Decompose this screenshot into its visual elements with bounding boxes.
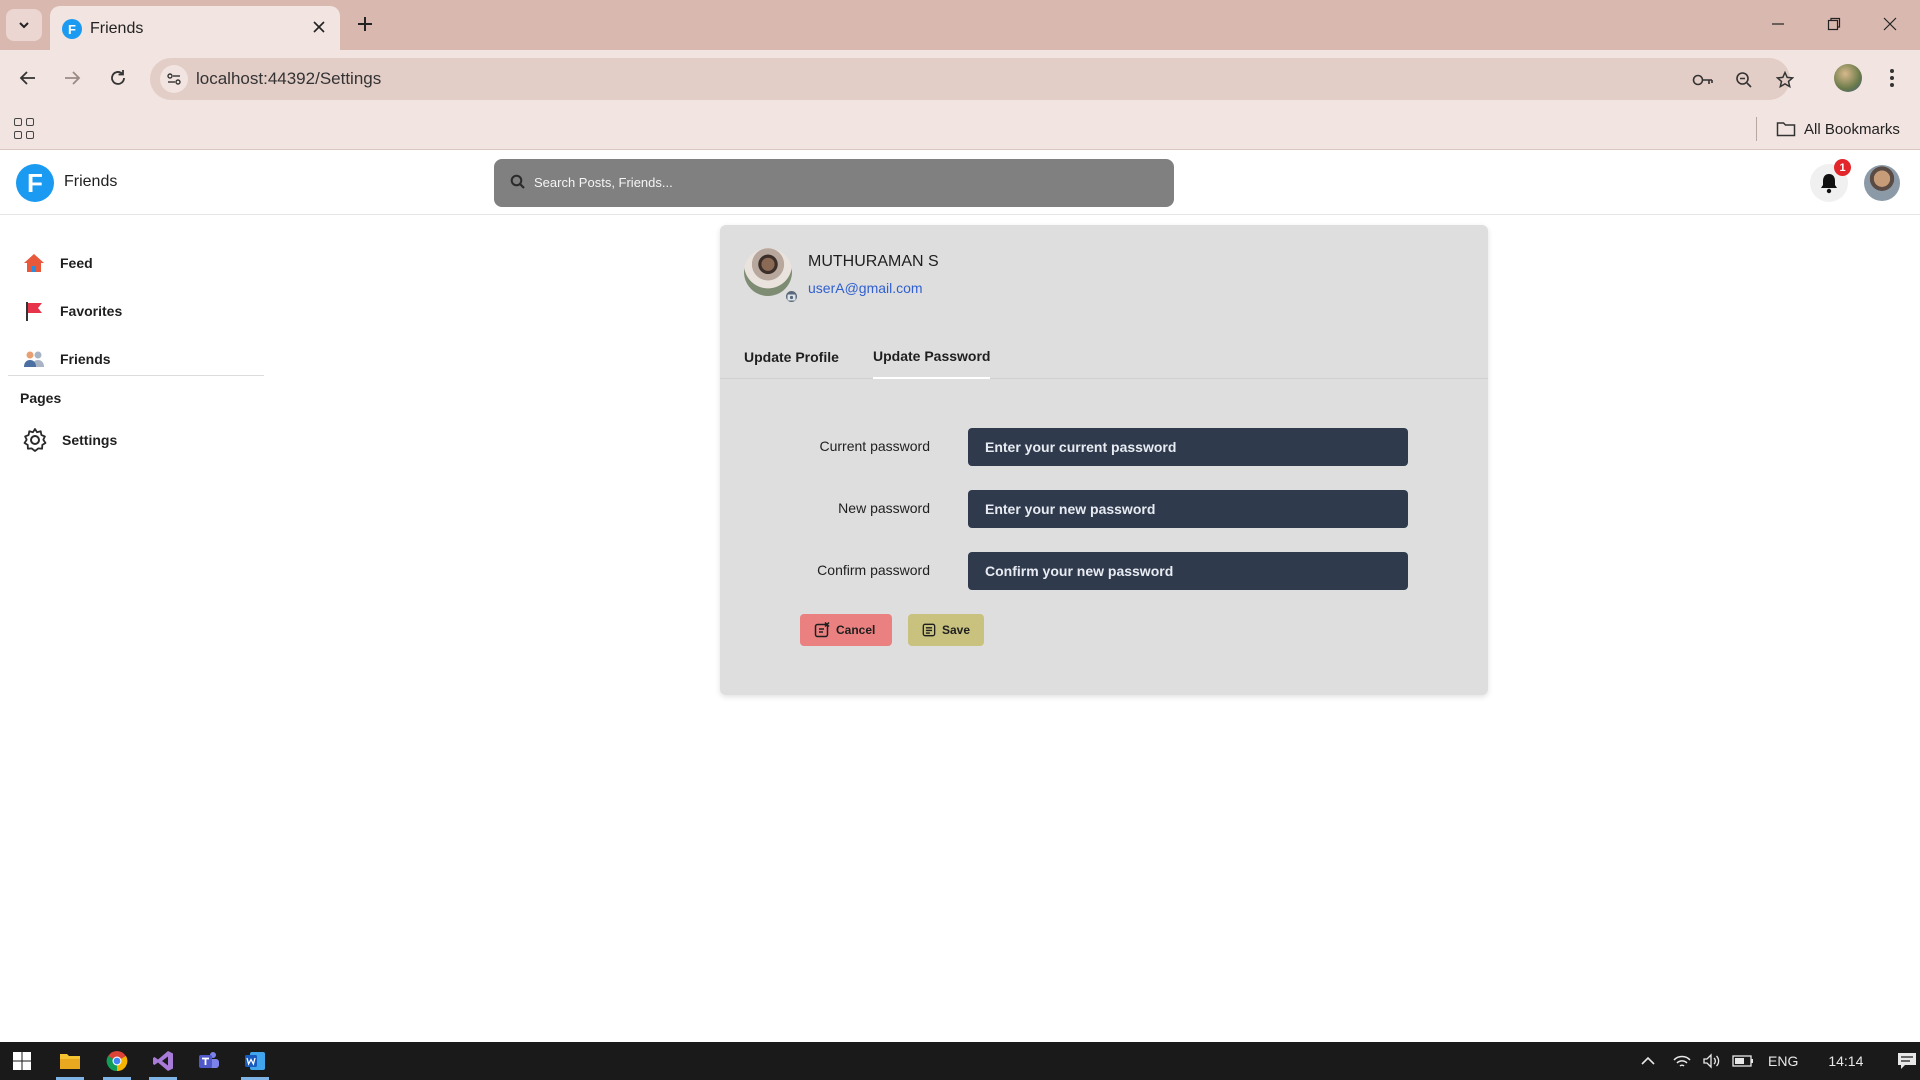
windows-start-icon[interactable] <box>8 1047 36 1075</box>
tab-strip: F Friends <box>0 0 1920 50</box>
save-icon <box>922 623 936 637</box>
save-button[interactable]: Save <box>908 614 984 646</box>
sidebar-pages-heading: Pages <box>20 390 62 406</box>
notification-center-icon[interactable] <box>1897 1052 1917 1070</box>
restore-icon <box>1827 17 1841 31</box>
new-tab-button[interactable] <box>352 11 378 37</box>
tab-update-password[interactable]: Update Password <box>873 335 991 379</box>
browser-menu-icon[interactable] <box>1882 64 1902 92</box>
language-indicator[interactable]: ENG <box>1768 1053 1798 1069</box>
site-info-icon[interactable] <box>160 65 188 93</box>
page-content: F Friends Search Posts, Friends... 1 Fee… <box>0 150 1920 1042</box>
sidebar-item-settings[interactable]: Settings <box>22 425 117 455</box>
sidebar-item-label: Settings <box>62 432 118 448</box>
reload-button[interactable] <box>102 62 134 94</box>
reload-icon <box>111 70 125 85</box>
plus-icon <box>358 17 372 31</box>
windows-taskbar: ENG 14:14 <box>0 1042 1920 1080</box>
browser-window: F Friends localhost:44392/Settings All B… <box>0 0 1920 1042</box>
bookmark-star-icon[interactable] <box>1772 67 1798 93</box>
browser-tab[interactable]: F Friends <box>50 6 340 50</box>
arrow-left-icon <box>19 71 35 85</box>
settings-tabs: Update Profile Update Password <box>720 335 1488 379</box>
new-password-label: New password <box>838 500 930 516</box>
flag-icon <box>26 302 42 321</box>
url-text: localhost:44392/Settings <box>196 69 382 88</box>
app-logo[interactable]: F <box>16 164 54 202</box>
tab-favicon: F <box>62 19 82 39</box>
browser-profile-avatar[interactable] <box>1834 64 1862 92</box>
sidebar-item-favorites[interactable]: Favorites <box>22 296 122 326</box>
sidebar-item-label: Favorites <box>60 303 123 319</box>
word-icon[interactable] <box>241 1047 269 1075</box>
bell-icon <box>1821 174 1837 194</box>
sidebar-item-label: Feed <box>60 255 93 271</box>
confirm-password-label: Confirm password <box>817 562 930 578</box>
visual-studio-icon[interactable] <box>149 1047 177 1075</box>
file-explorer-icon[interactable] <box>56 1047 84 1075</box>
confirm-password-field[interactable] <box>968 552 1408 590</box>
app-brand[interactable]: Friends <box>64 173 117 191</box>
close-tab-icon[interactable] <box>308 16 330 38</box>
profile-email[interactable]: userA@gmail.com <box>808 280 923 296</box>
all-bookmarks-label: All Bookmarks <box>1804 120 1900 138</box>
sidebar-item-feed[interactable]: Feed <box>22 248 93 278</box>
chevron-up-icon[interactable] <box>1640 1055 1656 1067</box>
close-window-button[interactable] <box>1862 0 1918 48</box>
users-icon <box>24 351 44 367</box>
address-bar[interactable]: localhost:44392/Settings <box>150 58 1794 100</box>
home-icon <box>24 254 44 272</box>
sidebar-divider <box>8 375 264 376</box>
wifi-icon[interactable] <box>1672 1053 1692 1069</box>
teams-icon[interactable] <box>195 1047 223 1075</box>
bookmarks-bar: All Bookmarks <box>0 108 1920 150</box>
profile-name: MUTHURAMAN S <box>808 253 939 270</box>
clock-time[interactable]: 14:14 <box>1828 1053 1863 1069</box>
sidebar-item-label: Friends <box>60 351 111 367</box>
chevron-down-icon <box>19 22 29 29</box>
gear-icon <box>23 428 47 452</box>
minimize-icon <box>1772 23 1784 25</box>
minimize-button[interactable] <box>1750 0 1806 48</box>
current-password-field[interactable] <box>968 428 1408 466</box>
profile-photo <box>744 248 792 296</box>
notification-badge: 1 <box>1834 159 1851 176</box>
tab-update-profile[interactable]: Update Profile <box>744 335 839 379</box>
password-key-icon[interactable] <box>1690 67 1716 93</box>
browser-toolbar: localhost:44392/Settings <box>0 50 1920 108</box>
save-label: Save <box>941 623 970 637</box>
cancel-button[interactable]: Cancel <box>800 614 892 646</box>
zoom-icon[interactable] <box>1731 67 1757 93</box>
search-input[interactable]: Search Posts, Friends... <box>494 159 1174 207</box>
settings-card: MUTHURAMAN S userA@gmail.com Update Prof… <box>720 225 1488 695</box>
change-photo-icon[interactable] <box>784 289 799 304</box>
bookmarks-divider <box>1756 117 1757 141</box>
app-topnav: F Friends Search Posts, Friends... 1 <box>0 150 1920 215</box>
battery-icon[interactable] <box>1732 1055 1754 1067</box>
all-bookmarks-button[interactable]: All Bookmarks <box>1776 116 1900 142</box>
system-tray: ENG 14:14 <box>1640 1042 1917 1080</box>
user-avatar[interactable] <box>1864 165 1900 201</box>
cancel-icon <box>814 622 830 638</box>
new-password-field[interactable] <box>968 490 1408 528</box>
search-icon <box>510 174 525 189</box>
tab-search-button[interactable] <box>6 9 42 41</box>
sidebar-item-friends[interactable]: Friends <box>22 344 111 374</box>
back-button[interactable] <box>12 62 44 94</box>
apps-grid-icon[interactable] <box>14 118 36 140</box>
close-icon <box>1883 17 1897 31</box>
chrome-icon[interactable] <box>103 1047 131 1075</box>
restore-button[interactable] <box>1806 0 1862 48</box>
search-placeholder: Search Posts, Friends... <box>534 175 673 190</box>
tab-title: Friends <box>90 20 144 37</box>
folder-icon <box>1776 122 1796 137</box>
cancel-label: Cancel <box>836 623 876 637</box>
current-password-label: Current password <box>819 438 931 454</box>
volume-icon[interactable] <box>1702 1053 1722 1069</box>
forward-button[interactable] <box>56 62 88 94</box>
arrow-right-icon <box>65 71 81 85</box>
